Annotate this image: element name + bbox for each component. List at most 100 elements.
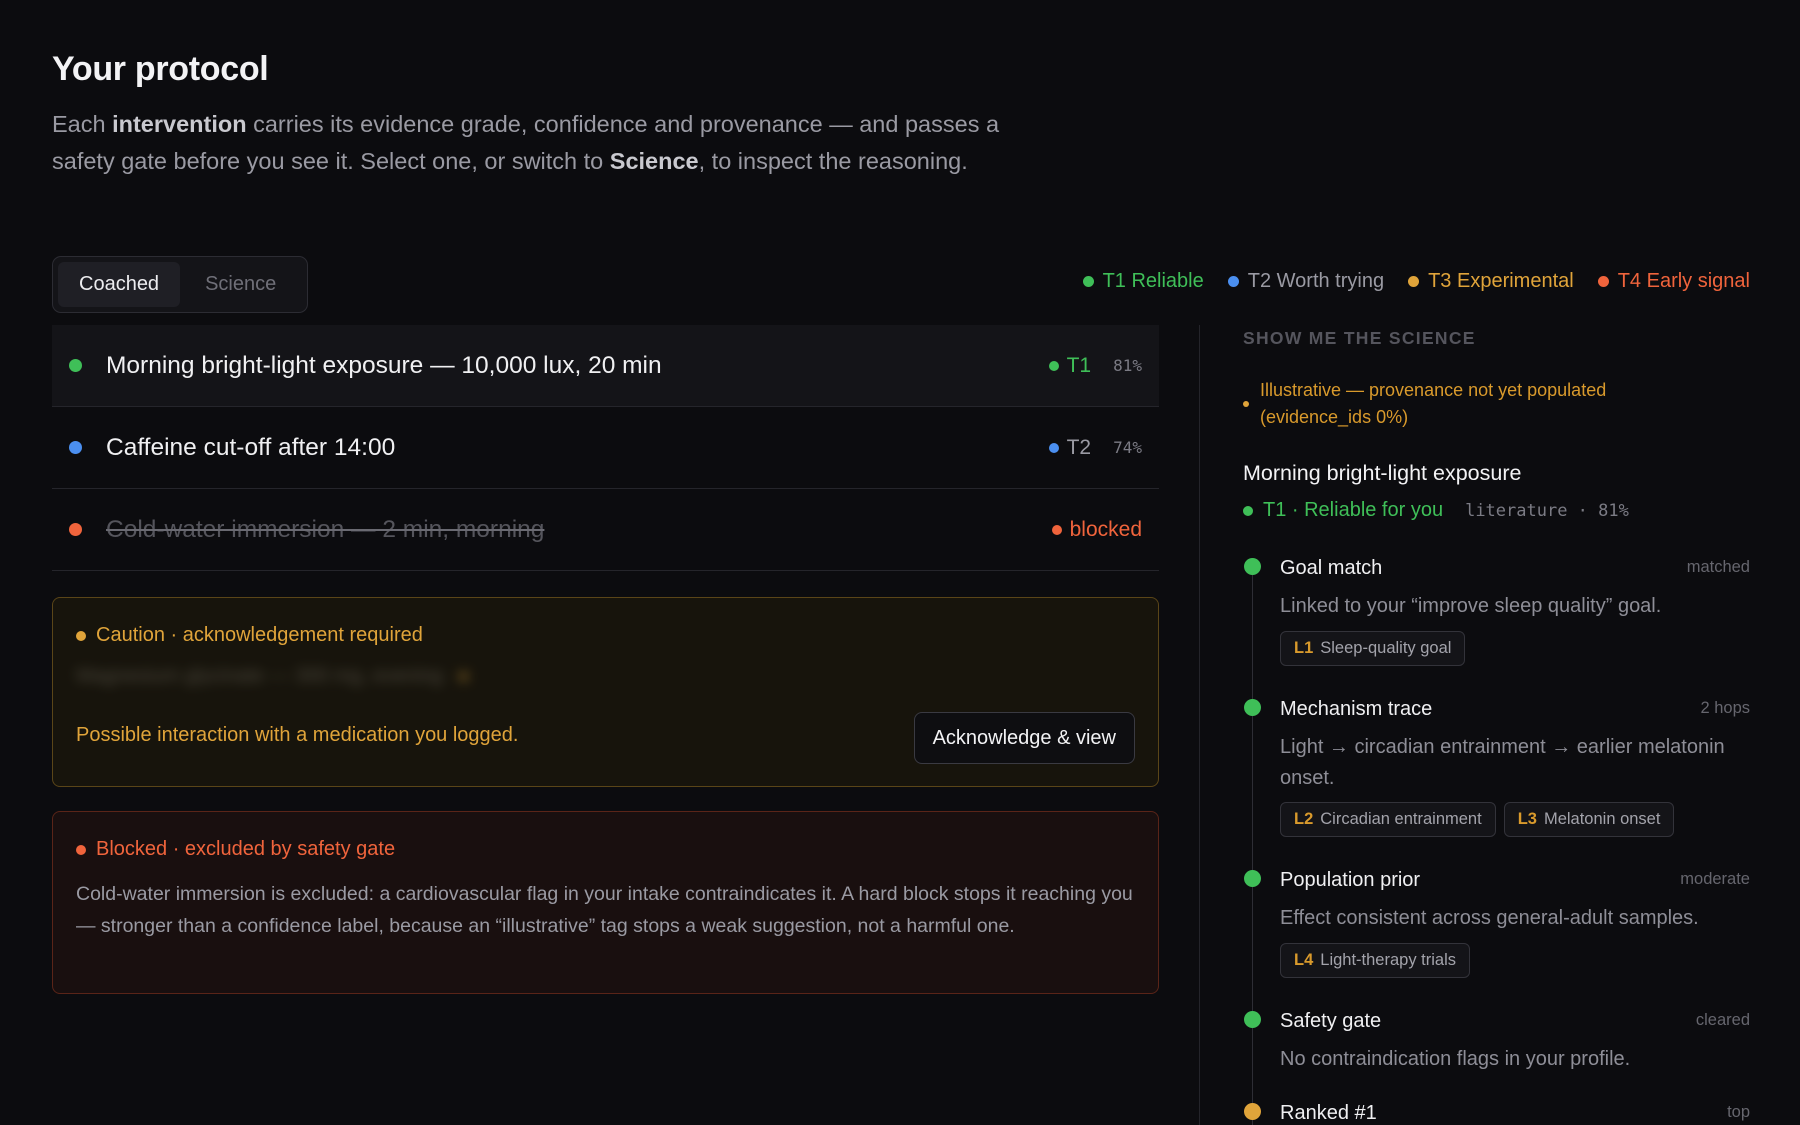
chip-label: Sleep-quality goal [1320,639,1452,657]
caution-hidden-intervention: Magnesium glycinate — 300 mg, evening [76,664,596,688]
intervention-label: Morning bright-light exposure — 10,000 l… [106,351,662,379]
intervention-row-caffeine[interactable]: Caffeine cut-off after 14:00 T2 74% [52,407,1159,489]
tier-badge: T1 [1066,353,1092,377]
legend-label: T3 Experimental [1428,270,1574,292]
step-title: Goal match [1280,557,1383,579]
blocked-explanation: Cold-water immersion is excluded: a card… [76,883,1133,937]
tier-dot-icon [1048,360,1059,371]
chip-label: Melatonin onset [1543,810,1661,828]
evidence-chip[interactable]: L3 Melatonin onset [1503,802,1675,837]
source-label: literature · 81% [1465,500,1629,521]
tier-dot-icon [69,441,82,454]
blocked-heading: Blocked · excluded by safety gate [76,838,395,861]
confidence-value: 81% [1113,356,1142,375]
chip-label: Light-therapy trials [1320,951,1456,969]
blocked-badge: blocked [1069,517,1142,541]
panel-divider [1199,325,1200,1125]
blocked-dot-icon [1051,524,1062,535]
tier-badge: T2 [1066,435,1092,459]
legend-label: T4 Early signal [1617,270,1750,292]
step-status: moderate [1680,870,1750,888]
intervention-label: Caffeine cut-off after 14:00 [106,433,396,461]
tier-dot-icon [1243,505,1253,516]
mode-science-button[interactable]: Science [184,262,297,307]
legend-dot-icon [1227,276,1239,287]
page-title: Your protocol [52,50,269,88]
step-description: No contraindication flags in your profil… [1280,1048,1631,1070]
tier-dot-icon [69,359,82,372]
step-status: cleared [1695,1011,1750,1029]
science-tier: T1 · Reliable for you literature · 81% [1243,499,1629,522]
step-status-dot-icon [1244,1011,1261,1028]
legend-item-t2: T2 Worth trying [1227,270,1385,293]
blurred-tier-dot-icon [458,671,468,681]
tier-dot-icon [69,523,82,536]
step-status-dot-icon [1244,870,1261,887]
evidence-chip[interactable]: L1 Sleep-quality goal [1280,631,1466,666]
caution-message: Possible interaction with a medication y… [76,724,519,746]
evidence-chips: L1 Sleep-quality goal [1280,631,1466,666]
science-title: Morning bright-light exposure [1243,461,1522,485]
intervention-meta: blocked [1051,517,1142,542]
intro-text-3: , to inspect the reasoning. [698,148,968,174]
legend-item-t3: T3 Experimental [1408,270,1574,293]
blocked-dot-icon [76,844,86,855]
step-title: Population prior [1280,869,1421,891]
illustrative-text: Illustrative — provenance not yet popula… [1260,380,1607,427]
illustrative-notice: Illustrative — provenance not yet popula… [1243,377,1663,431]
evidence-chips: L4 Light-therapy trials [1280,943,1470,978]
legend-item-t4: T4 Early signal [1597,270,1750,293]
step-description: Linked to your “improve sleep quality” g… [1280,595,1662,617]
evidence-chip[interactable]: L4 Light-therapy trials [1280,943,1470,978]
legend-label: T2 Worth trying [1247,270,1385,292]
caution-dot-icon [76,630,86,641]
step-title: Ranked #1 [1280,1102,1377,1124]
tier-label: T1 · Reliable for you [1263,499,1444,521]
chip-level: L3 [1517,810,1537,828]
acknowledge-button[interactable]: Acknowledge & view [913,712,1135,764]
step-status: top [1727,1103,1750,1121]
legend-dot-icon [1597,276,1609,287]
step-status-dot-icon [1244,558,1261,575]
mode-coached-button[interactable]: Coached [58,262,181,307]
intro-text-1: Each [52,111,113,137]
tier-legend: T1 Reliable T2 Worth trying T3 Experimen… [1082,270,1750,293]
intervention-meta: T1 81% [1048,353,1142,378]
legend-label: T1 Reliable [1102,270,1204,292]
caution-card: Caution · acknowledgement required Magne… [52,597,1159,787]
chip-level: L4 [1294,951,1314,969]
page-intro: Each intervention carries its evidence g… [52,106,1032,180]
steps-connector-line [1252,571,1253,1125]
blocked-heading-label: Blocked · excluded by safety gate [96,838,396,860]
legend-dot-icon [1082,276,1094,287]
step-status: matched [1686,558,1750,576]
step-status-dot-icon [1244,1103,1261,1120]
tier-dot-icon [1048,442,1059,453]
step-title: Mechanism trace [1280,698,1433,720]
step-title: Safety gate [1280,1010,1382,1032]
science-heading: SHOW ME THE SCIENCE [1243,328,1476,348]
chip-level: L2 [1294,810,1314,828]
legend-dot-icon [1408,276,1420,287]
step-description: Effect consistent across general-adult s… [1280,907,1699,929]
blocked-card: Blocked · excluded by safety gate Cold-w… [52,811,1159,994]
intervention-row-bright-light[interactable]: Morning bright-light exposure — 10,000 l… [52,325,1159,407]
intro-emphasis-intervention: intervention [112,111,247,137]
caution-heading-label: Caution · acknowledgement required [96,624,423,646]
evidence-chips: L2 Circadian entrainment L3 Melatonin onse… [1280,802,1675,837]
intervention-meta: T2 74% [1048,435,1142,460]
step-status: 2 hops [1700,699,1750,717]
step-status-dot-icon [1244,699,1261,716]
legend-item-t1: T1 Reliable [1082,270,1204,293]
intervention-label: Cold-water immersion — 2 min, morning [106,515,545,543]
illustrative-dot-icon [1243,401,1249,407]
chip-level: L1 [1294,639,1314,657]
confidence-value: 74% [1113,438,1142,457]
intro-emphasis-science: Science [609,148,699,174]
chip-label: Circadian entrainment [1320,810,1482,828]
mode-toggle: Coached Science [52,256,308,313]
intervention-row-cold-water[interactable]: Cold-water immersion — 2 min, morning bl… [52,489,1159,571]
evidence-chip[interactable]: L2 Circadian entrainment [1280,802,1496,837]
step-description: Light → circadian entrainment → earlier … [1280,736,1725,789]
caution-heading: Caution · acknowledgement required [76,624,423,647]
